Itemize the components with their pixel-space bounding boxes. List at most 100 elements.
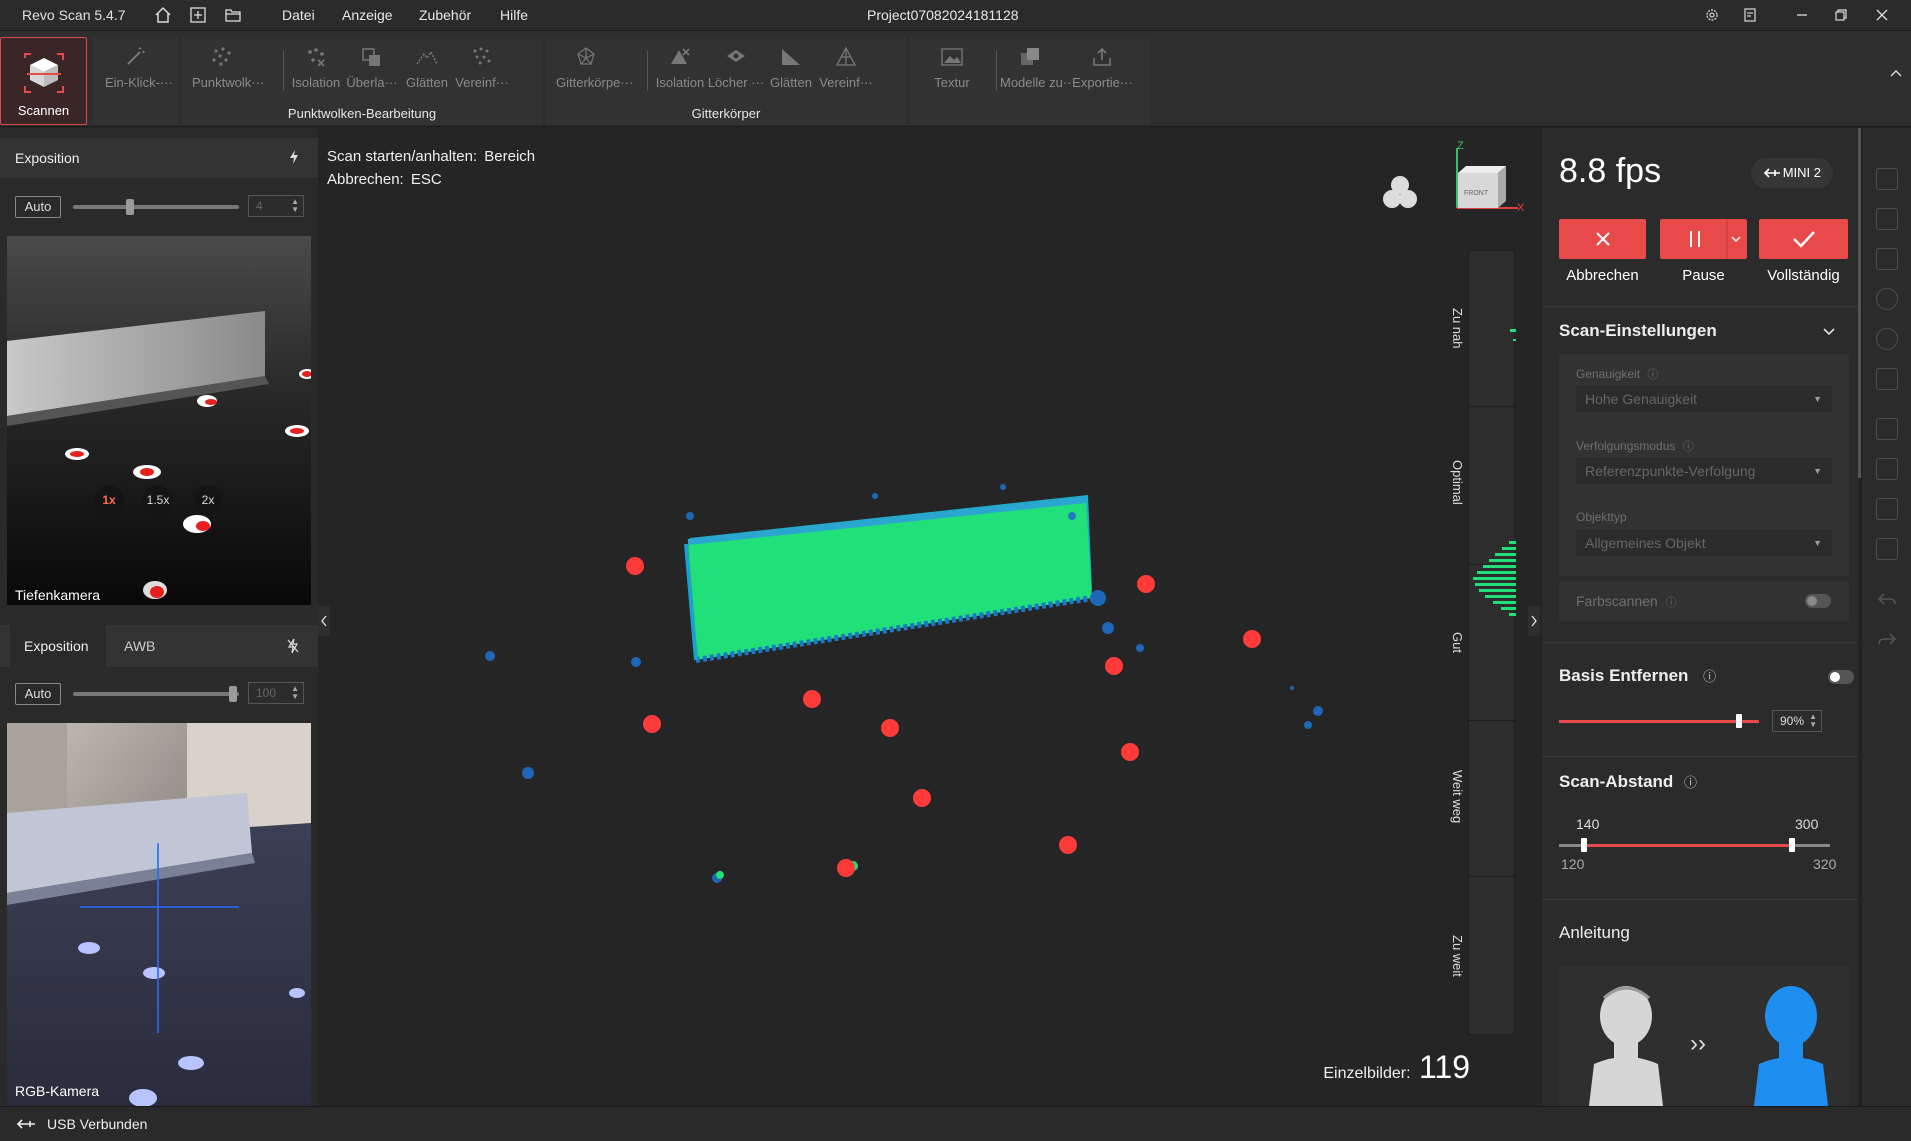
object-type-select[interactable]: Allgemeines Objekt ▼ [1576,530,1832,556]
tool-export[interactable]: Exportie··· [1065,43,1140,93]
remove-base-toggle[interactable] [1828,670,1854,684]
remove-base-title-text: Basis Entfernen [1559,666,1689,685]
remove-base-slider[interactable] [1559,720,1759,723]
rgb-exposure-input[interactable]: 100 ▲ ▼ [248,682,304,704]
tool-pc-isolation[interactable]: Isolation [286,43,346,93]
pause-scan-button[interactable] [1660,219,1747,259]
brush-select-icon[interactable] [1876,328,1898,350]
smooth-icon [413,45,441,69]
depth-exposure-input[interactable]: 4 ▲ ▼ [248,195,304,217]
select-tool-icon[interactable] [1876,168,1898,190]
usb-connect-icon [1763,158,1783,199]
plane-select-icon[interactable] [1876,368,1898,390]
tool-mesh-holes[interactable]: Löcher ··· [706,43,766,93]
box-select-icon[interactable] [1876,208,1898,230]
tool-pc-simplify[interactable]: Vereinf··· [452,43,512,93]
color-scan-label: Farbscannen ⓘ [1576,593,1677,610]
connection-status: USB Verbunden [47,1116,148,1132]
tool-pc-overlap-label: Überla··· [346,75,398,90]
circle-select-icon[interactable] [1876,288,1898,310]
home-icon[interactable] [153,5,173,25]
notes-icon[interactable] [1739,5,1761,25]
open-folder-icon[interactable] [223,5,243,25]
menu-zubehoer[interactable]: Zubehör [419,7,471,23]
scan-distance-high-knob[interactable] [1789,838,1795,852]
3d-viewport[interactable]: Z X FRONT Scan starten/anhalten: Bereich… [318,128,1540,1106]
chevron-down-icon[interactable] [1822,324,1836,342]
scan-mode-button[interactable]: Scannen [0,37,87,125]
tool-texture[interactable]: Textur [922,43,982,93]
tab-awb[interactable]: AWB [112,625,172,667]
spin-arrows-icon[interactable]: ▲ ▼ [1809,713,1817,729]
object-type-label: Objekttyp [1576,510,1627,524]
zoom-2x-button[interactable]: 2x [193,485,223,515]
close-button[interactable] [1871,5,1893,25]
new-project-icon[interactable] [188,5,208,25]
tool-mesh-simplify[interactable]: Vereinf··· [816,43,876,93]
tool-mesh-smooth[interactable]: Glätten [761,43,821,93]
mesh-icon [572,45,600,69]
divider [1542,756,1858,757]
info-icon[interactable]: ⓘ [1684,775,1697,790]
rgb-exposure-knob[interactable] [229,686,237,702]
cancel-scan-button[interactable] [1559,219,1646,259]
lasso-select-icon[interactable] [1876,248,1898,270]
minimize-button[interactable] [1791,5,1813,25]
scan-distance-low-knob[interactable] [1581,838,1587,852]
view-cube[interactable]: FRONT [1464,190,1488,197]
invert-selection-icon[interactable] [1876,418,1898,440]
remove-base-knob[interactable] [1736,714,1742,728]
menu-datei[interactable]: Datei [282,7,315,23]
restore-button[interactable] [1830,5,1852,25]
flash-off-icon[interactable] [286,638,300,659]
accuracy-select[interactable]: Hohe Genauigkeit ▼ [1576,386,1832,412]
depth-auto-button[interactable]: Auto [15,196,61,218]
scan-distance-range [1584,844,1792,847]
settings-gear-icon[interactable] [1701,5,1723,25]
info-icon[interactable]: ⓘ [1683,441,1694,453]
tracking-value: Referenzpunkte-Verfolgung [1585,463,1756,479]
collapse-right-panel-button[interactable] [1528,606,1540,636]
info-icon[interactable]: ⓘ [1666,597,1677,609]
zoom-1x-button[interactable]: 1x [94,485,124,515]
copy-icon[interactable] [1876,498,1898,520]
rgb-exposure-slider[interactable] [73,692,239,696]
tool-pc-fuse[interactable]: Punktwolk··· [192,43,264,93]
tool-mesh-isolation-label: Isolation [655,75,705,90]
title-bar: Revo Scan 5.4.7 Datei Anzeige Zubehör Hi… [0,0,1911,31]
info-icon[interactable]: ⓘ [1647,369,1658,381]
info-icon[interactable]: ⓘ [1703,669,1716,684]
tracking-select[interactable]: Referenzpunkte-Verfolgung ▼ [1576,458,1832,484]
tool-pc-overlap[interactable]: Überla··· [342,43,402,93]
complete-scan-button[interactable] [1759,219,1848,259]
rgb-exposure-value: 100 [256,686,277,700]
spin-arrows-icon[interactable]: ▲ ▼ [291,198,299,214]
tool-mesh-create[interactable]: Gitterkörpe··· [556,43,633,93]
menu-hilfe[interactable]: Hilfe [500,7,528,23]
undo-icon[interactable] [1876,588,1898,610]
flash-icon[interactable] [288,149,300,170]
rgb-auto-button[interactable]: Auto [15,683,61,705]
tool-merge-models[interactable]: Modelle zu··· [1000,43,1076,93]
collapse-ribbon-icon[interactable] [1890,65,1902,83]
depth-exposure-slider[interactable] [73,205,239,209]
redo-icon[interactable] [1876,628,1898,650]
tab-exposition[interactable]: Exposition [10,625,106,667]
menu-anzeige[interactable]: Anzeige [342,7,393,23]
collapse-left-panel-button[interactable] [318,606,330,636]
scan-mode-label: Scannen [17,103,70,118]
color-scan-toggle[interactable] [1805,594,1831,608]
connected-select-icon[interactable] [1876,458,1898,480]
tool-pc-simplify-label: Vereinf··· [455,75,509,90]
delete-icon[interactable] [1876,538,1898,560]
depth-exposure-knob[interactable] [126,199,134,215]
device-badge[interactable]: MINI 2 [1751,158,1833,188]
tool-one-click[interactable]: Ein-Klick-··· [105,43,173,93]
spin-arrows-icon[interactable]: ▲ ▼ [291,685,299,701]
tool-mesh-isolation[interactable]: Isolation [650,43,710,93]
tool-pc-smooth[interactable]: Glätten [397,43,457,93]
zoom-1-5x-button[interactable]: 1.5x [143,485,173,515]
point-cloud-canvas[interactable] [318,128,1540,1106]
remove-base-input[interactable]: 90% ▲ ▼ [1772,710,1822,732]
divider [1542,642,1858,643]
